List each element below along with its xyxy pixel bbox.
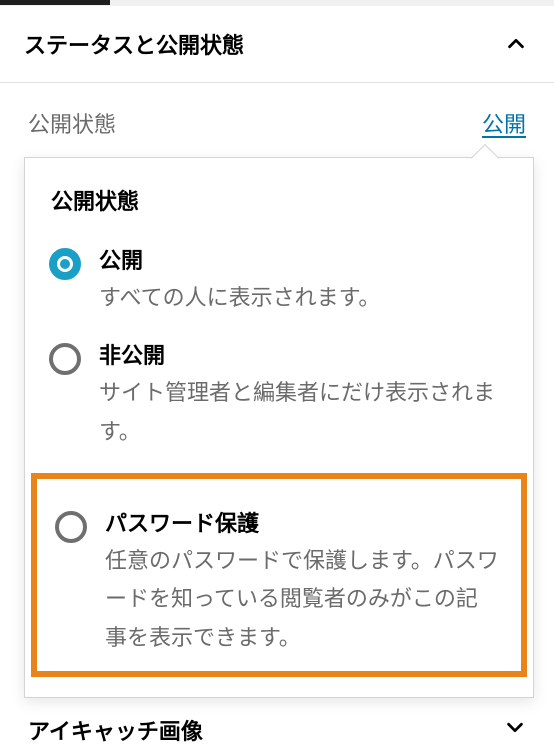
visibility-popover: 公開状態 公開 すべての人に表示されます。 非公開 サイト管理者と編集者にだけ表…: [24, 157, 534, 698]
visibility-row: 公開状態 公開: [0, 83, 554, 157]
popover-title: 公開状態: [47, 184, 511, 216]
option-password[interactable]: パスワード保護 任意のパスワードで保護します。パスワードを知っている閲覧者のみが…: [53, 501, 505, 657]
panel-header-featured-image[interactable]: アイキャッチ画像: [0, 716, 554, 750]
visibility-value-link[interactable]: 公開: [482, 107, 526, 139]
option-title: パスワード保護: [105, 509, 499, 540]
option-desc: サイト管理者と編集者にだけ表示されます。: [99, 374, 505, 451]
option-title: 非公開: [99, 341, 505, 372]
option-body: 非公開 サイト管理者と編集者にだけ表示されます。: [99, 341, 505, 451]
highlighted-option-password: パスワード保護 任意のパスワードで保護します。パスワードを知っている閲覧者のみが…: [31, 473, 527, 677]
radio-unselected-icon[interactable]: [55, 511, 87, 543]
chevron-down-icon[interactable]: [504, 716, 526, 744]
radio-selected-icon[interactable]: [49, 248, 81, 280]
visibility-popover-wrap: 公開状態 公開 すべての人に表示されます。 非公開 サイト管理者と編集者にだけ表…: [0, 157, 554, 716]
option-private[interactable]: 非公開 サイト管理者と編集者にだけ表示されます。: [47, 333, 511, 467]
option-public[interactable]: 公開 すべての人に表示されます。: [47, 238, 511, 333]
panel-header-status-visibility[interactable]: ステータスと公開状態: [0, 6, 554, 83]
active-tab-indicator: [0, 0, 554, 6]
option-desc: すべての人に表示されます。: [99, 279, 505, 318]
option-title: 公開: [99, 246, 505, 277]
radio-unselected-icon[interactable]: [49, 343, 81, 375]
option-desc: 任意のパスワードで保護します。パスワードを知っている閲覧者のみがこの記事を表示で…: [105, 542, 499, 658]
panel-title: アイキャッチ画像: [28, 716, 203, 746]
chevron-up-icon[interactable]: [502, 30, 530, 58]
visibility-label: 公開状態: [28, 107, 116, 139]
option-body: 公開 すべての人に表示されます。: [99, 246, 505, 317]
option-body: パスワード保護 任意のパスワードで保護します。パスワードを知っている閲覧者のみが…: [105, 509, 499, 657]
panel-title: ステータスと公開状態: [24, 28, 244, 60]
